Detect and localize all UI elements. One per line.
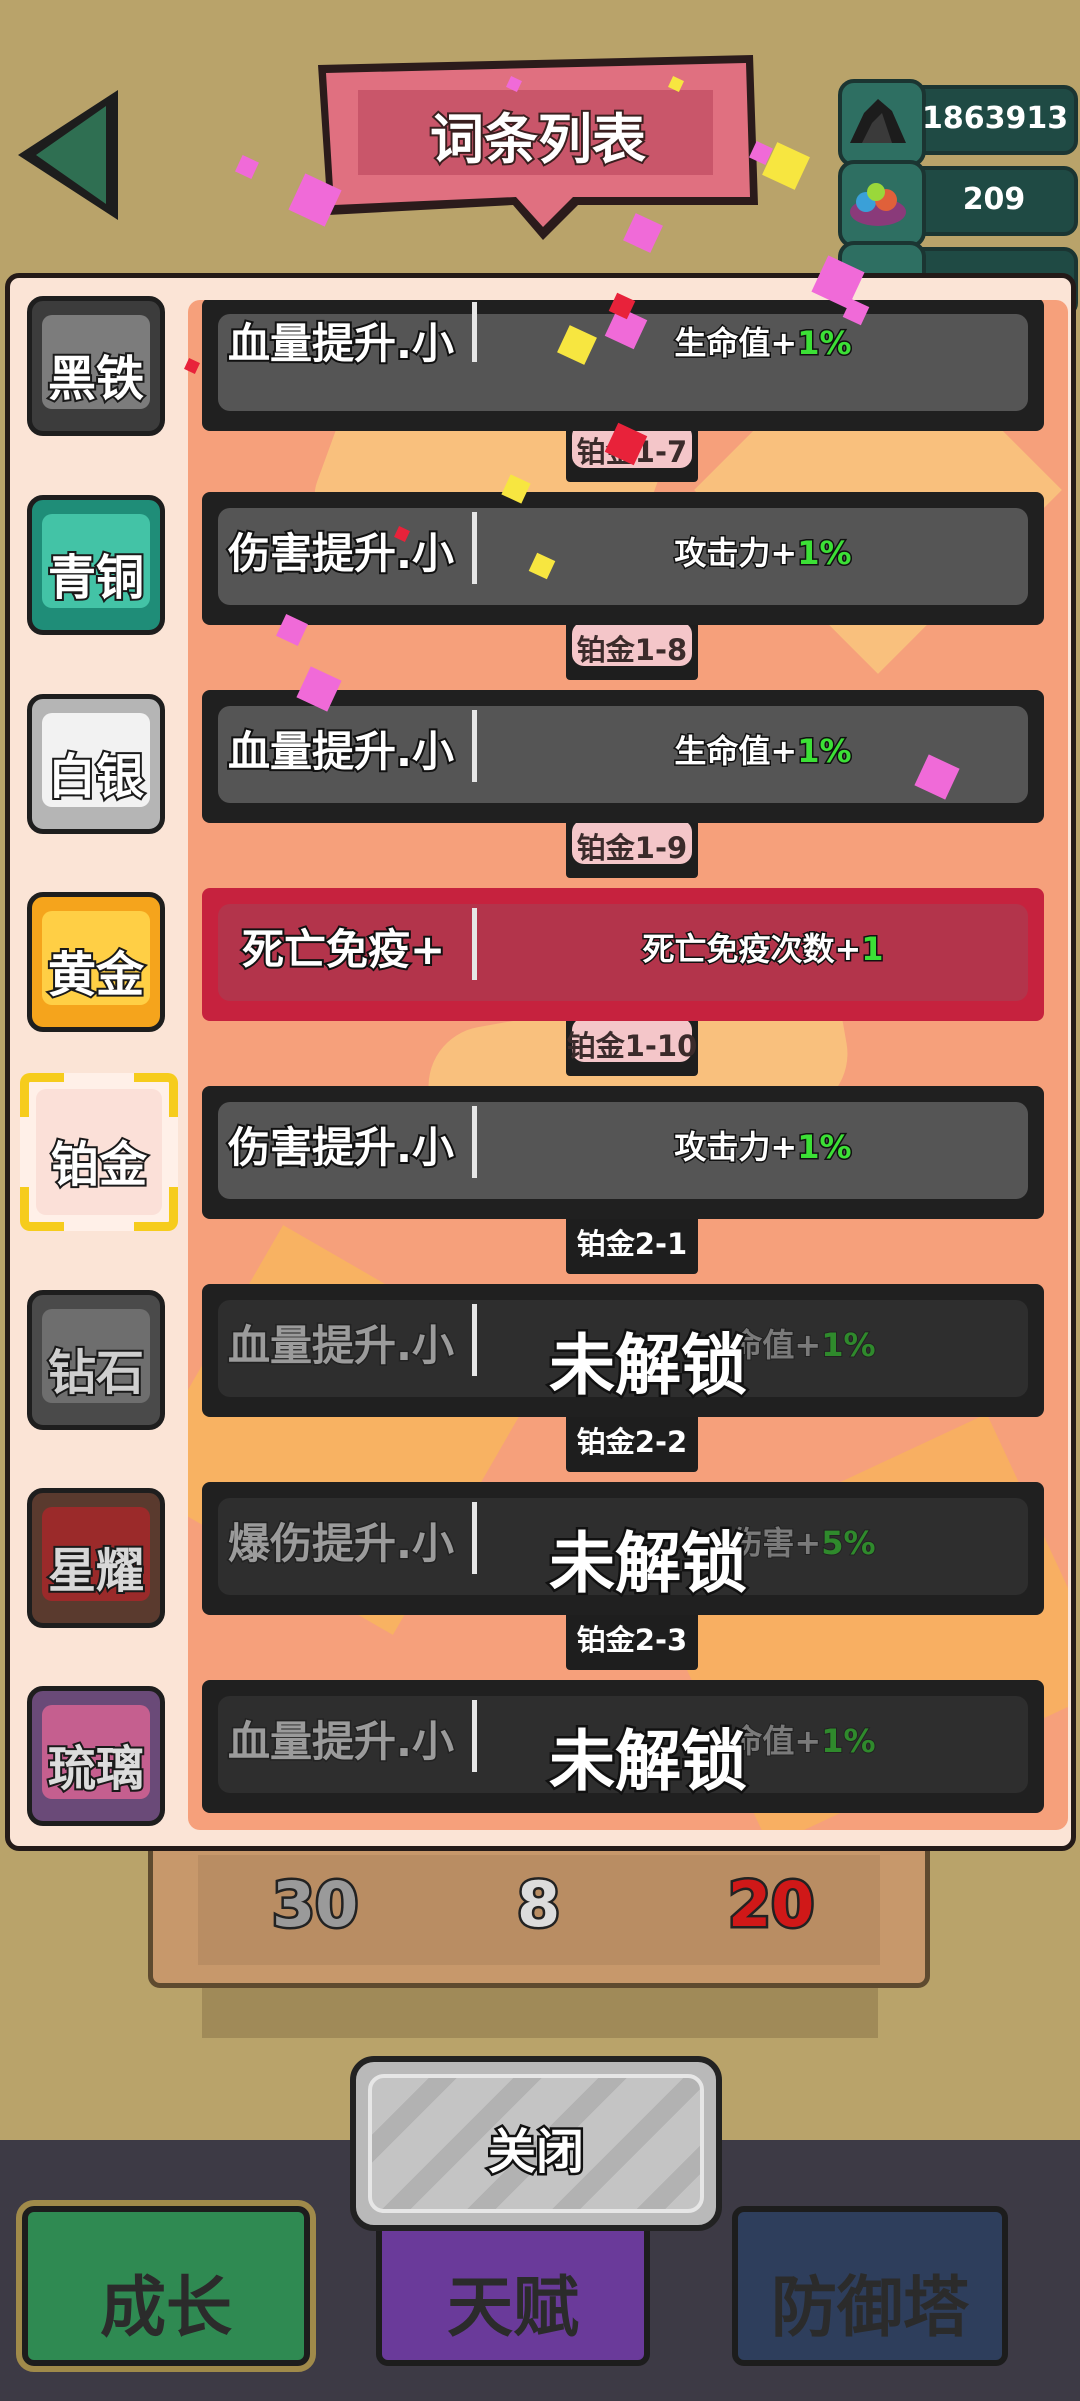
stage-label: 铂金1-8	[576, 633, 688, 667]
selection-corner-icon	[20, 1073, 64, 1117]
entry-card-locked[interactable]: 血量提升.小 命值+1% 未解锁	[202, 1680, 1044, 1813]
tier-sidebar: 黑铁 青铜 白银 黄金 铂金 钻石 星耀 琉璃	[10, 278, 185, 1846]
entry-card-locked[interactable]: 血量提升.小 命值+1% 未解锁	[202, 1284, 1044, 1417]
entry-divider	[472, 302, 477, 362]
tier-tab-glaze[interactable]: 琉璃	[27, 1686, 165, 1826]
page-title: 词条列表	[428, 106, 648, 173]
stage-label: 铂金2-2	[576, 1425, 688, 1459]
background-shelf	[202, 1988, 878, 2038]
entry-name: 伤害提升.小	[226, 1121, 456, 1174]
tier-label: 钻石	[46, 1343, 146, 1403]
entry-effect-value: 1%	[796, 731, 853, 772]
reward-count-1: 30	[269, 1866, 360, 1944]
coal-pile-icon	[838, 79, 926, 167]
entry-effect: 攻击力+1%	[482, 528, 1044, 574]
tier-tab-platinum[interactable]: 铂金	[20, 1073, 178, 1231]
close-button[interactable]: 关闭	[350, 2056, 722, 2231]
entry-effect-label: 生命值+	[673, 323, 799, 364]
entry-effect-label: 攻击力+	[673, 533, 799, 574]
entry-name: 死亡免疫+	[240, 923, 447, 976]
entry-effect-value: 5%	[820, 1523, 876, 1563]
entry-list-panel: 黑铁 青铜 白银 黄金 铂金 钻石 星耀 琉璃 铂金1-8 铂金1-9 铂金1-…	[5, 273, 1076, 1851]
entry-effect: 生命值+1%	[482, 726, 1044, 772]
entry-divider	[472, 710, 477, 782]
confetti-icon	[235, 155, 259, 179]
entry-effect-value: 1%	[796, 533, 853, 574]
tier-label: 黄金	[46, 945, 146, 1005]
nav-label: 防御塔	[771, 2269, 969, 2346]
locked-label: 未解锁	[547, 1325, 750, 1407]
tier-label: 黑铁	[46, 349, 146, 409]
entry-card[interactable]: 伤害提升.小 攻击力+1%	[202, 492, 1044, 625]
tier-tab-bronze[interactable]: 青铜	[27, 495, 165, 635]
entry-effect-label: 攻击力+	[673, 1127, 799, 1168]
back-arrow-button[interactable]	[8, 80, 128, 230]
stage-label: 铂金1-9	[576, 831, 688, 865]
tier-tab-iron[interactable]: 黑铁	[27, 296, 165, 436]
entry-effect-value: 1%	[820, 1721, 876, 1761]
tier-tab-gold[interactable]: 黄金	[27, 892, 165, 1032]
gem-pile-icon	[838, 160, 926, 248]
locked-label: 未解锁	[547, 1721, 750, 1803]
tier-label: 铂金	[49, 1135, 149, 1195]
entry-name: 伤害提升.小	[226, 527, 456, 580]
coal-amount: 1863913	[922, 101, 1069, 136]
gem-amount: 209	[962, 182, 1026, 217]
tier-tab-silver[interactable]: 白银	[27, 694, 165, 834]
entry-card-locked[interactable]: 爆伤提升.小 伤害+5% 未解锁	[202, 1482, 1044, 1615]
entry-name: 爆伤提升.小	[227, 1518, 456, 1570]
nav-label: 天赋	[447, 2269, 579, 2346]
entry-effect-label: 死亡免疫次数+	[641, 929, 863, 970]
resource-coal: 1863913	[838, 79, 1078, 167]
resource-gems: 209	[838, 160, 1078, 248]
entry-effect: 死亡免疫次数+1	[482, 924, 1044, 970]
entry-card[interactable]: 血量提升.小 生命值+1%	[202, 690, 1044, 823]
stage-label: 铂金1-10	[566, 1029, 698, 1063]
entry-name: 血量提升.小	[226, 725, 456, 778]
entry-effect-value: 1	[860, 929, 885, 970]
reward-count-2: 8	[514, 1866, 562, 1944]
entry-divider	[472, 908, 477, 980]
entry-list-scroll[interactable]: 铂金1-7 铂金1-8 铂金1-9 铂金1-10 铂金2-1 铂金2-2 铂金2…	[188, 300, 1068, 1830]
tier-label: 白银	[46, 747, 146, 807]
entry-effect-value: 1%	[796, 1127, 853, 1168]
entry-card-special[interactable]: 死亡免疫+ 死亡免疫次数+1	[202, 888, 1044, 1021]
entry-divider	[472, 512, 477, 584]
entry-effect: 攻击力+1%	[482, 1122, 1044, 1168]
entry-effect-label: 生命值+	[673, 731, 799, 772]
tier-tab-diamond[interactable]: 钻石	[27, 1290, 165, 1430]
title-banner: 词条列表	[318, 55, 758, 240]
entry-card[interactable]: 伤害提升.小 攻击力+1%	[202, 1086, 1044, 1219]
entry-name: 血量提升.小	[227, 1716, 456, 1768]
stage-label: 铂金2-3	[576, 1623, 688, 1657]
locked-label: 未解锁	[547, 1523, 750, 1605]
nav-label: 成长	[100, 2269, 232, 2346]
close-button-label: 关闭	[485, 2122, 586, 2183]
reward-count-3: 20	[725, 1866, 816, 1944]
tier-label: 星耀	[46, 1541, 146, 1601]
stage-label: 铂金2-1	[576, 1227, 688, 1261]
tier-label: 琉璃	[46, 1739, 146, 1799]
selection-corner-icon	[134, 1073, 178, 1117]
tier-label: 青铜	[46, 548, 146, 608]
entry-divider	[472, 1106, 477, 1178]
entry-name: 血量提升.小	[226, 317, 456, 370]
nav-tab-growth[interactable]: 成长	[16, 2200, 316, 2372]
tier-tab-star[interactable]: 星耀	[27, 1488, 165, 1628]
nav-tab-tower[interactable]: 防御塔	[732, 2206, 1008, 2366]
entry-effect-value: 1%	[820, 1325, 876, 1365]
entry-effect-value: 1%	[796, 323, 853, 364]
entry-name: 血量提升.小	[227, 1320, 456, 1372]
